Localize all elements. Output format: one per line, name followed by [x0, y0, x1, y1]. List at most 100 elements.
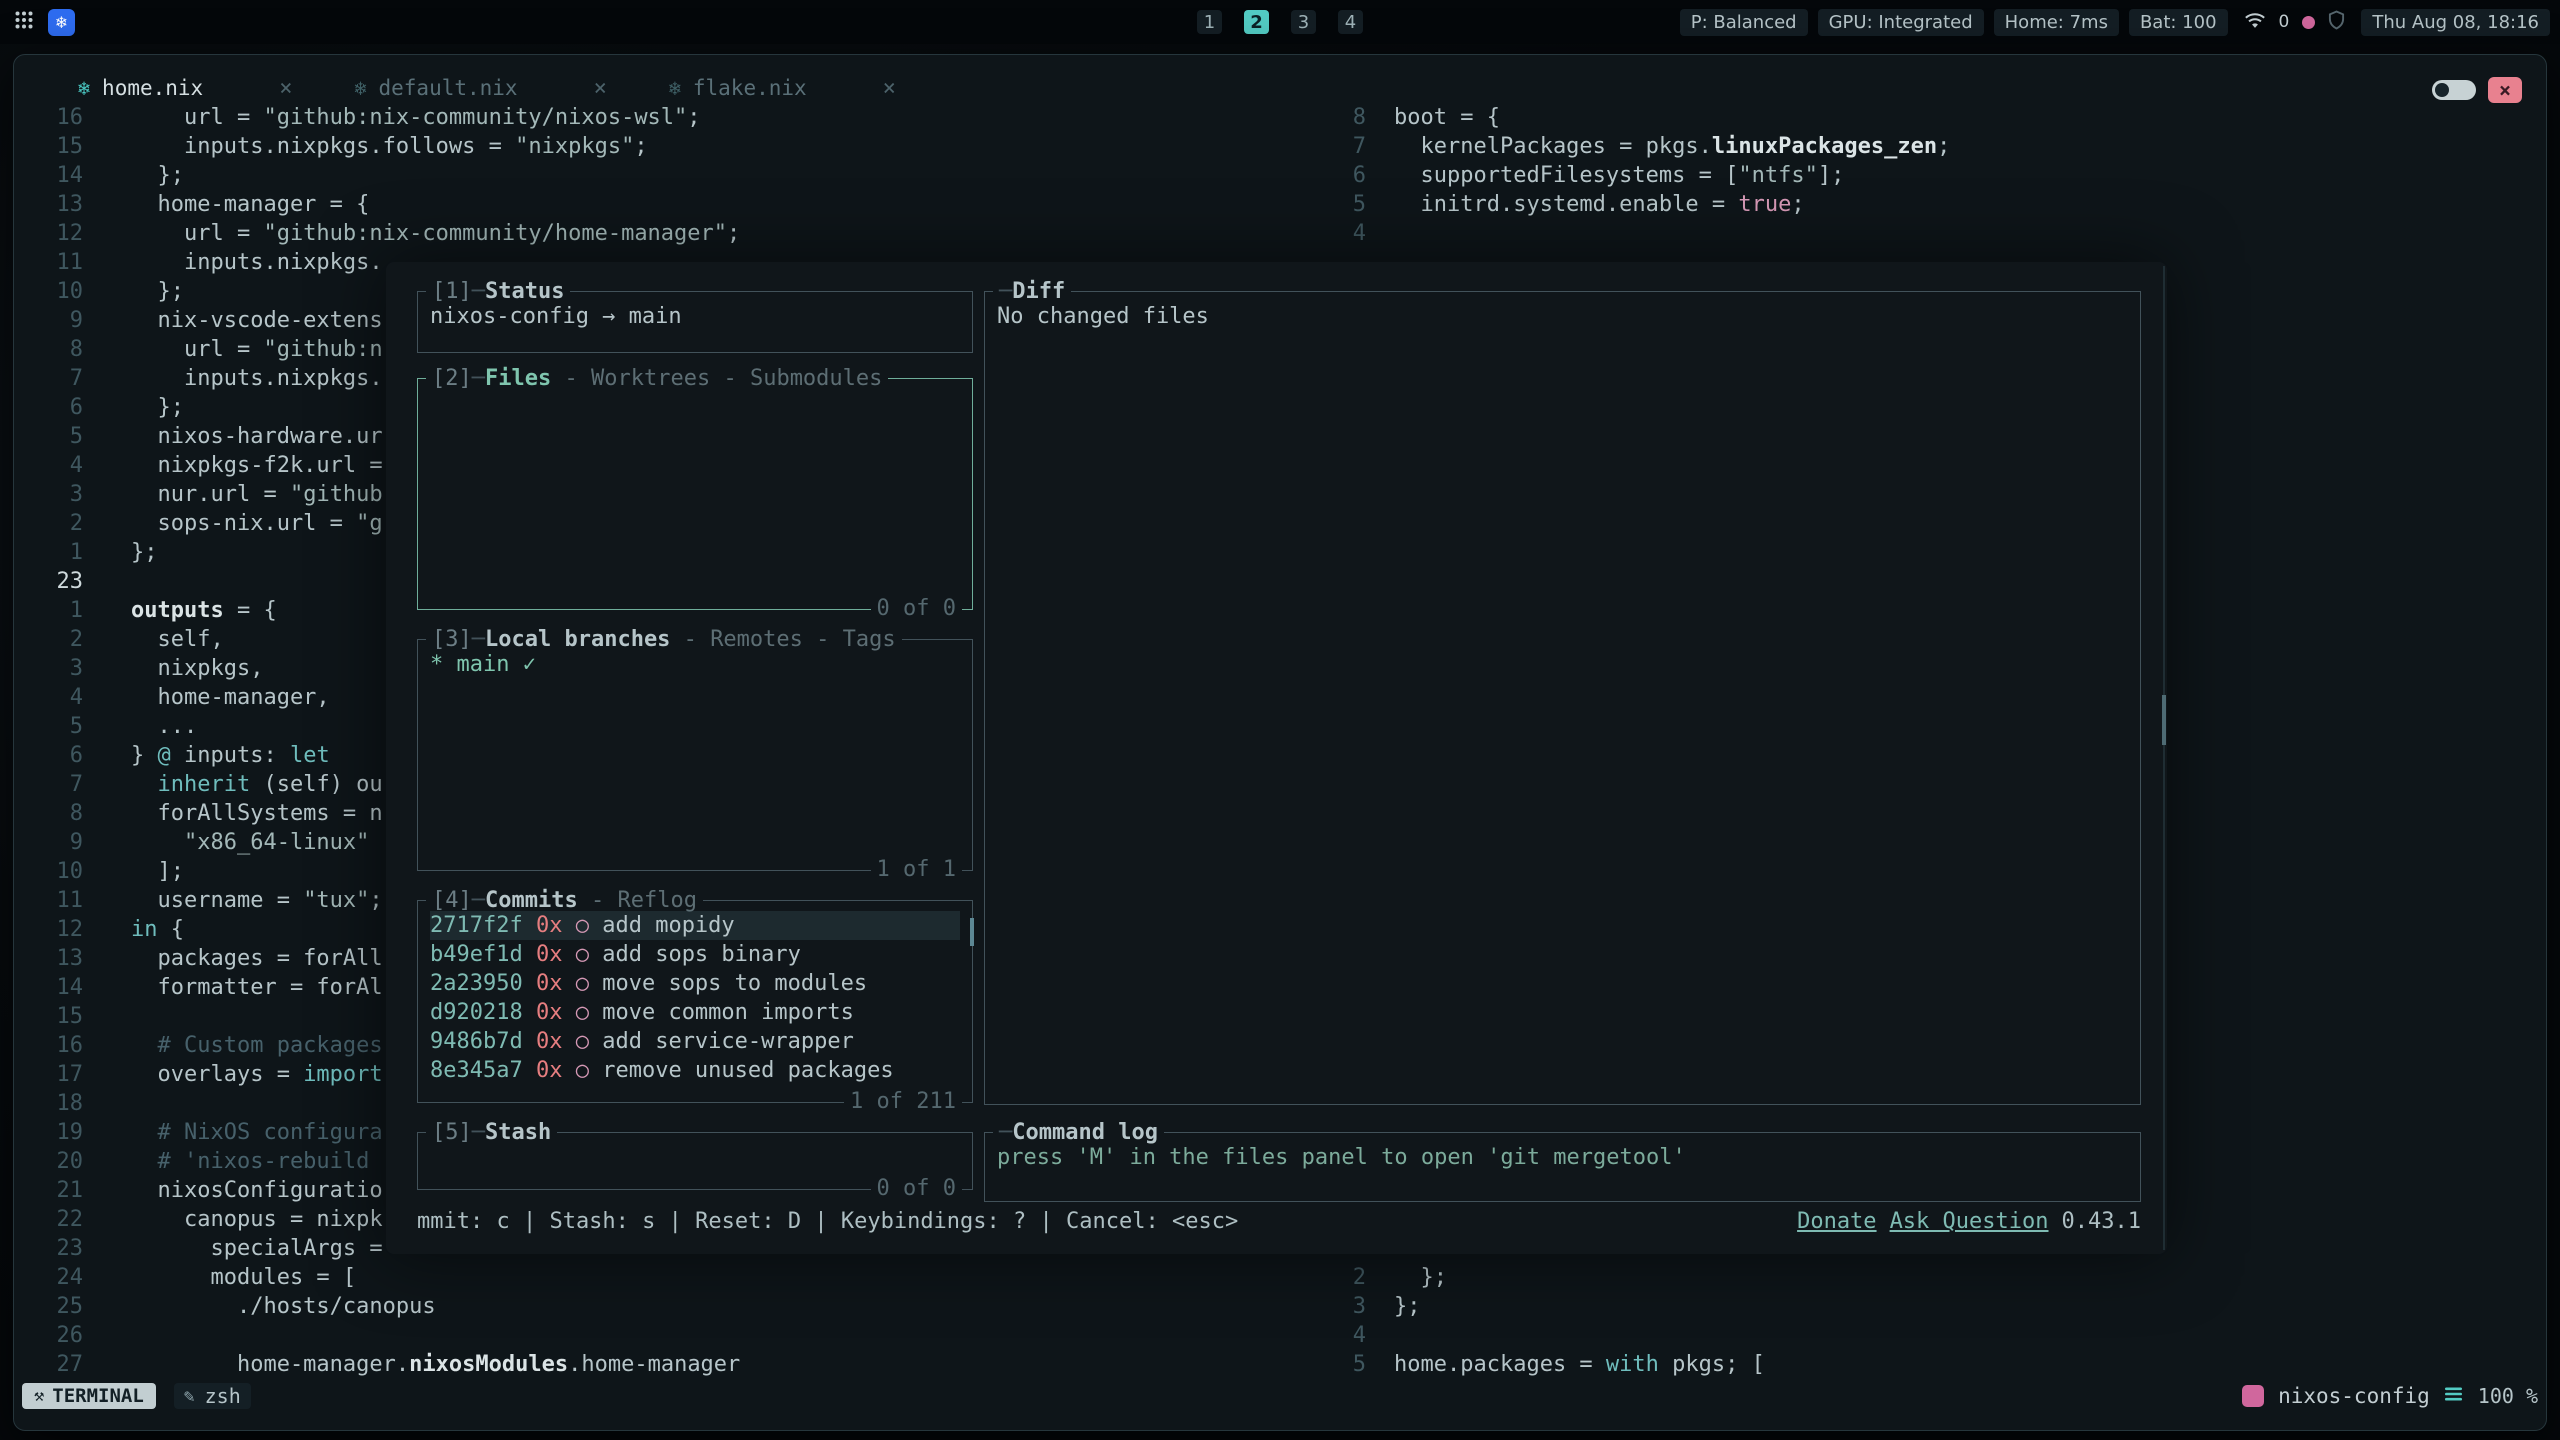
line-number: 27 — [14, 1350, 83, 1379]
code-line: 27 home-manager.nixosModules.home-manage… — [14, 1350, 1332, 1379]
lazygit-diff-panel[interactable]: ─Diff No changed files — [984, 291, 2141, 1105]
commit-row[interactable]: b49ef1d 0x ○ add sops binary — [430, 940, 960, 969]
stash-count: 0 of 0 — [871, 1174, 962, 1204]
tab-close-icon[interactable]: × — [594, 76, 607, 101]
line-number: 11 — [14, 248, 83, 277]
line-number: 23 — [14, 1234, 83, 1263]
commit-graph-node: ○ — [576, 1029, 589, 1054]
branches-count: 1 of 1 — [871, 855, 962, 885]
wifi-icon[interactable] — [2244, 12, 2266, 33]
line-number: 2 — [1332, 1263, 1366, 1292]
line-number: 21 — [14, 1176, 83, 1205]
workspace-button-1[interactable]: 1 — [1197, 10, 1222, 34]
commit-row[interactable]: 8e345a7 0x ○ remove unused packages — [430, 1056, 960, 1085]
app-grid-icon[interactable] — [14, 10, 34, 34]
line-number: 5 — [14, 422, 83, 451]
commit-author: 0x — [536, 942, 563, 967]
lazygit-stash-panel[interactable]: [5]─Stash 0 of 0 — [417, 1132, 973, 1190]
lazygit-branches-panel[interactable]: [3]─Local branches - Remotes - Tags * ma… — [417, 639, 973, 871]
commit-row[interactable]: 2a23950 0x ○ move sops to modules — [430, 969, 960, 998]
commit-graph-node: ○ — [576, 1058, 589, 1083]
zellij-tab-default.nix[interactable]: ❄default.nix× — [354, 76, 606, 101]
line-number: 6 — [14, 741, 83, 770]
lazygit-bottom-bar: mmit: c | Stash: s | Reset: D | Keybindi… — [417, 1207, 2141, 1237]
pane-tab-zsh[interactable]: ✎ zsh — [174, 1383, 251, 1409]
line-number: 22 — [14, 1205, 83, 1234]
zellij-tab-flake.nix[interactable]: ❄flake.nix× — [669, 76, 896, 101]
code-line: 5home.packages = with pkgs; [ — [1332, 1350, 2546, 1379]
donate-link[interactable]: Donate — [1797, 1207, 1876, 1237]
lazygit-command-log-panel[interactable]: ─Command log press 'M' in the files pane… — [984, 1132, 2141, 1202]
commit-row[interactable]: d920218 0x ○ move common imports — [430, 998, 960, 1027]
window-close-button[interactable]: × — [2488, 77, 2522, 103]
notification-dot-icon[interactable] — [2302, 16, 2315, 29]
code-line: 8boot = { — [1332, 103, 2546, 132]
clock[interactable]: Thu Aug 08, 18:16 — [2361, 9, 2550, 36]
code-line: 12 url = "github:nix-community/home-mana… — [14, 219, 1332, 248]
workspaces: 1234 — [1197, 10, 1363, 34]
window-controls: × — [2432, 77, 2522, 103]
tab-label: home.nix — [102, 76, 203, 100]
commit-graph-node: ○ — [576, 1000, 589, 1025]
launcher-badge-icon[interactable]: ❄ — [48, 9, 75, 36]
code-line: 5 initrd.systemd.enable = true; — [1332, 190, 2546, 219]
session-name: nixos-config — [2278, 1384, 2430, 1408]
workspace-button-2[interactable]: 2 — [1244, 10, 1269, 34]
commit-row[interactable]: 2717f2f 0x ○ add mopidy — [430, 911, 960, 940]
commit-author: 0x — [536, 1029, 563, 1054]
line-number: 26 — [14, 1321, 83, 1350]
code-line: 16 url = "github:nix-community/nixos-wsl… — [14, 103, 1332, 132]
pane-scrollbar-track[interactable] — [2163, 266, 2165, 1250]
line-number: 17 — [14, 1060, 83, 1089]
window-status-bar: ⚒ TERMINAL ✎ zsh nixos-config 100 % — [22, 1381, 2538, 1411]
code-line: 14 }; — [14, 161, 1332, 190]
line-number: 1 — [14, 596, 83, 625]
code-line: 26 — [14, 1321, 1332, 1350]
pane-scrollbar-thumb[interactable] — [2162, 695, 2166, 745]
line-number: 10 — [14, 857, 83, 886]
bluetooth-count[interactable]: 0 — [2279, 12, 2290, 32]
tab-close-icon[interactable]: × — [279, 76, 292, 101]
workspace-button-4[interactable]: 4 — [1338, 10, 1363, 34]
status-segment: P: Balanced — [1680, 9, 1808, 36]
line-number: 16 — [14, 1031, 83, 1060]
lazygit-status-panel[interactable]: [1]─Status nixos-config → main — [417, 291, 973, 353]
branch-item[interactable]: * main ✓ — [430, 650, 960, 679]
commit-row[interactable]: 9486b7d 0x ○ add service-wrapper — [430, 1027, 960, 1056]
line-number: 3 — [14, 480, 83, 509]
commit-message: remove unused packages — [602, 1058, 893, 1083]
code-line: 25 ./hosts/canopus — [14, 1292, 1332, 1321]
session-icon — [2242, 1385, 2264, 1407]
commit-graph-node: ○ — [576, 942, 589, 967]
shield-icon[interactable] — [2328, 10, 2345, 34]
code-line: 13 home-manager = { — [14, 190, 1332, 219]
line-number: 4 — [1332, 219, 1366, 248]
line-number: 5 — [1332, 1350, 1366, 1379]
files-list — [418, 379, 972, 609]
line-number: 6 — [14, 393, 83, 422]
commit-message: add mopidy — [602, 913, 734, 938]
branches-list: * main ✓ — [418, 640, 972, 870]
zellij-tab-home.nix[interactable]: ❄home.nix× — [78, 76, 292, 101]
commit-author: 0x — [536, 913, 563, 938]
lazygit-files-panel[interactable]: [2]─Files - Worktrees - Submodules 0 of … — [417, 378, 973, 610]
line-number: 13 — [14, 944, 83, 973]
line-number: 24 — [14, 1263, 83, 1292]
lazygit-commits-panel[interactable]: [4]─Commits - Reflog 2717f2f 0x ○ add mo… — [417, 900, 973, 1103]
mode-indicator: ⚒ TERMINAL — [22, 1383, 156, 1409]
commit-message: move common imports — [602, 1000, 854, 1025]
lazygit-version: 0.43.1 — [2062, 1207, 2141, 1237]
volume-list-icon[interactable] — [2444, 1384, 2464, 1408]
code-line: 4 — [1332, 219, 2546, 248]
ask-question-link[interactable]: Ask Question — [1890, 1207, 2049, 1237]
commits-scrollbar-thumb[interactable] — [970, 918, 974, 946]
line-number: 12 — [14, 219, 83, 248]
tab-close-icon[interactable]: × — [883, 76, 896, 101]
tab-label: flake.nix — [693, 76, 807, 100]
line-number: 9 — [14, 306, 83, 335]
commit-message: move sops to modules — [602, 971, 867, 996]
tab-label: default.nix — [379, 76, 518, 100]
commit-graph-node: ○ — [576, 913, 589, 938]
window-toggle[interactable] — [2432, 80, 2476, 100]
workspace-button-3[interactable]: 3 — [1291, 10, 1316, 34]
